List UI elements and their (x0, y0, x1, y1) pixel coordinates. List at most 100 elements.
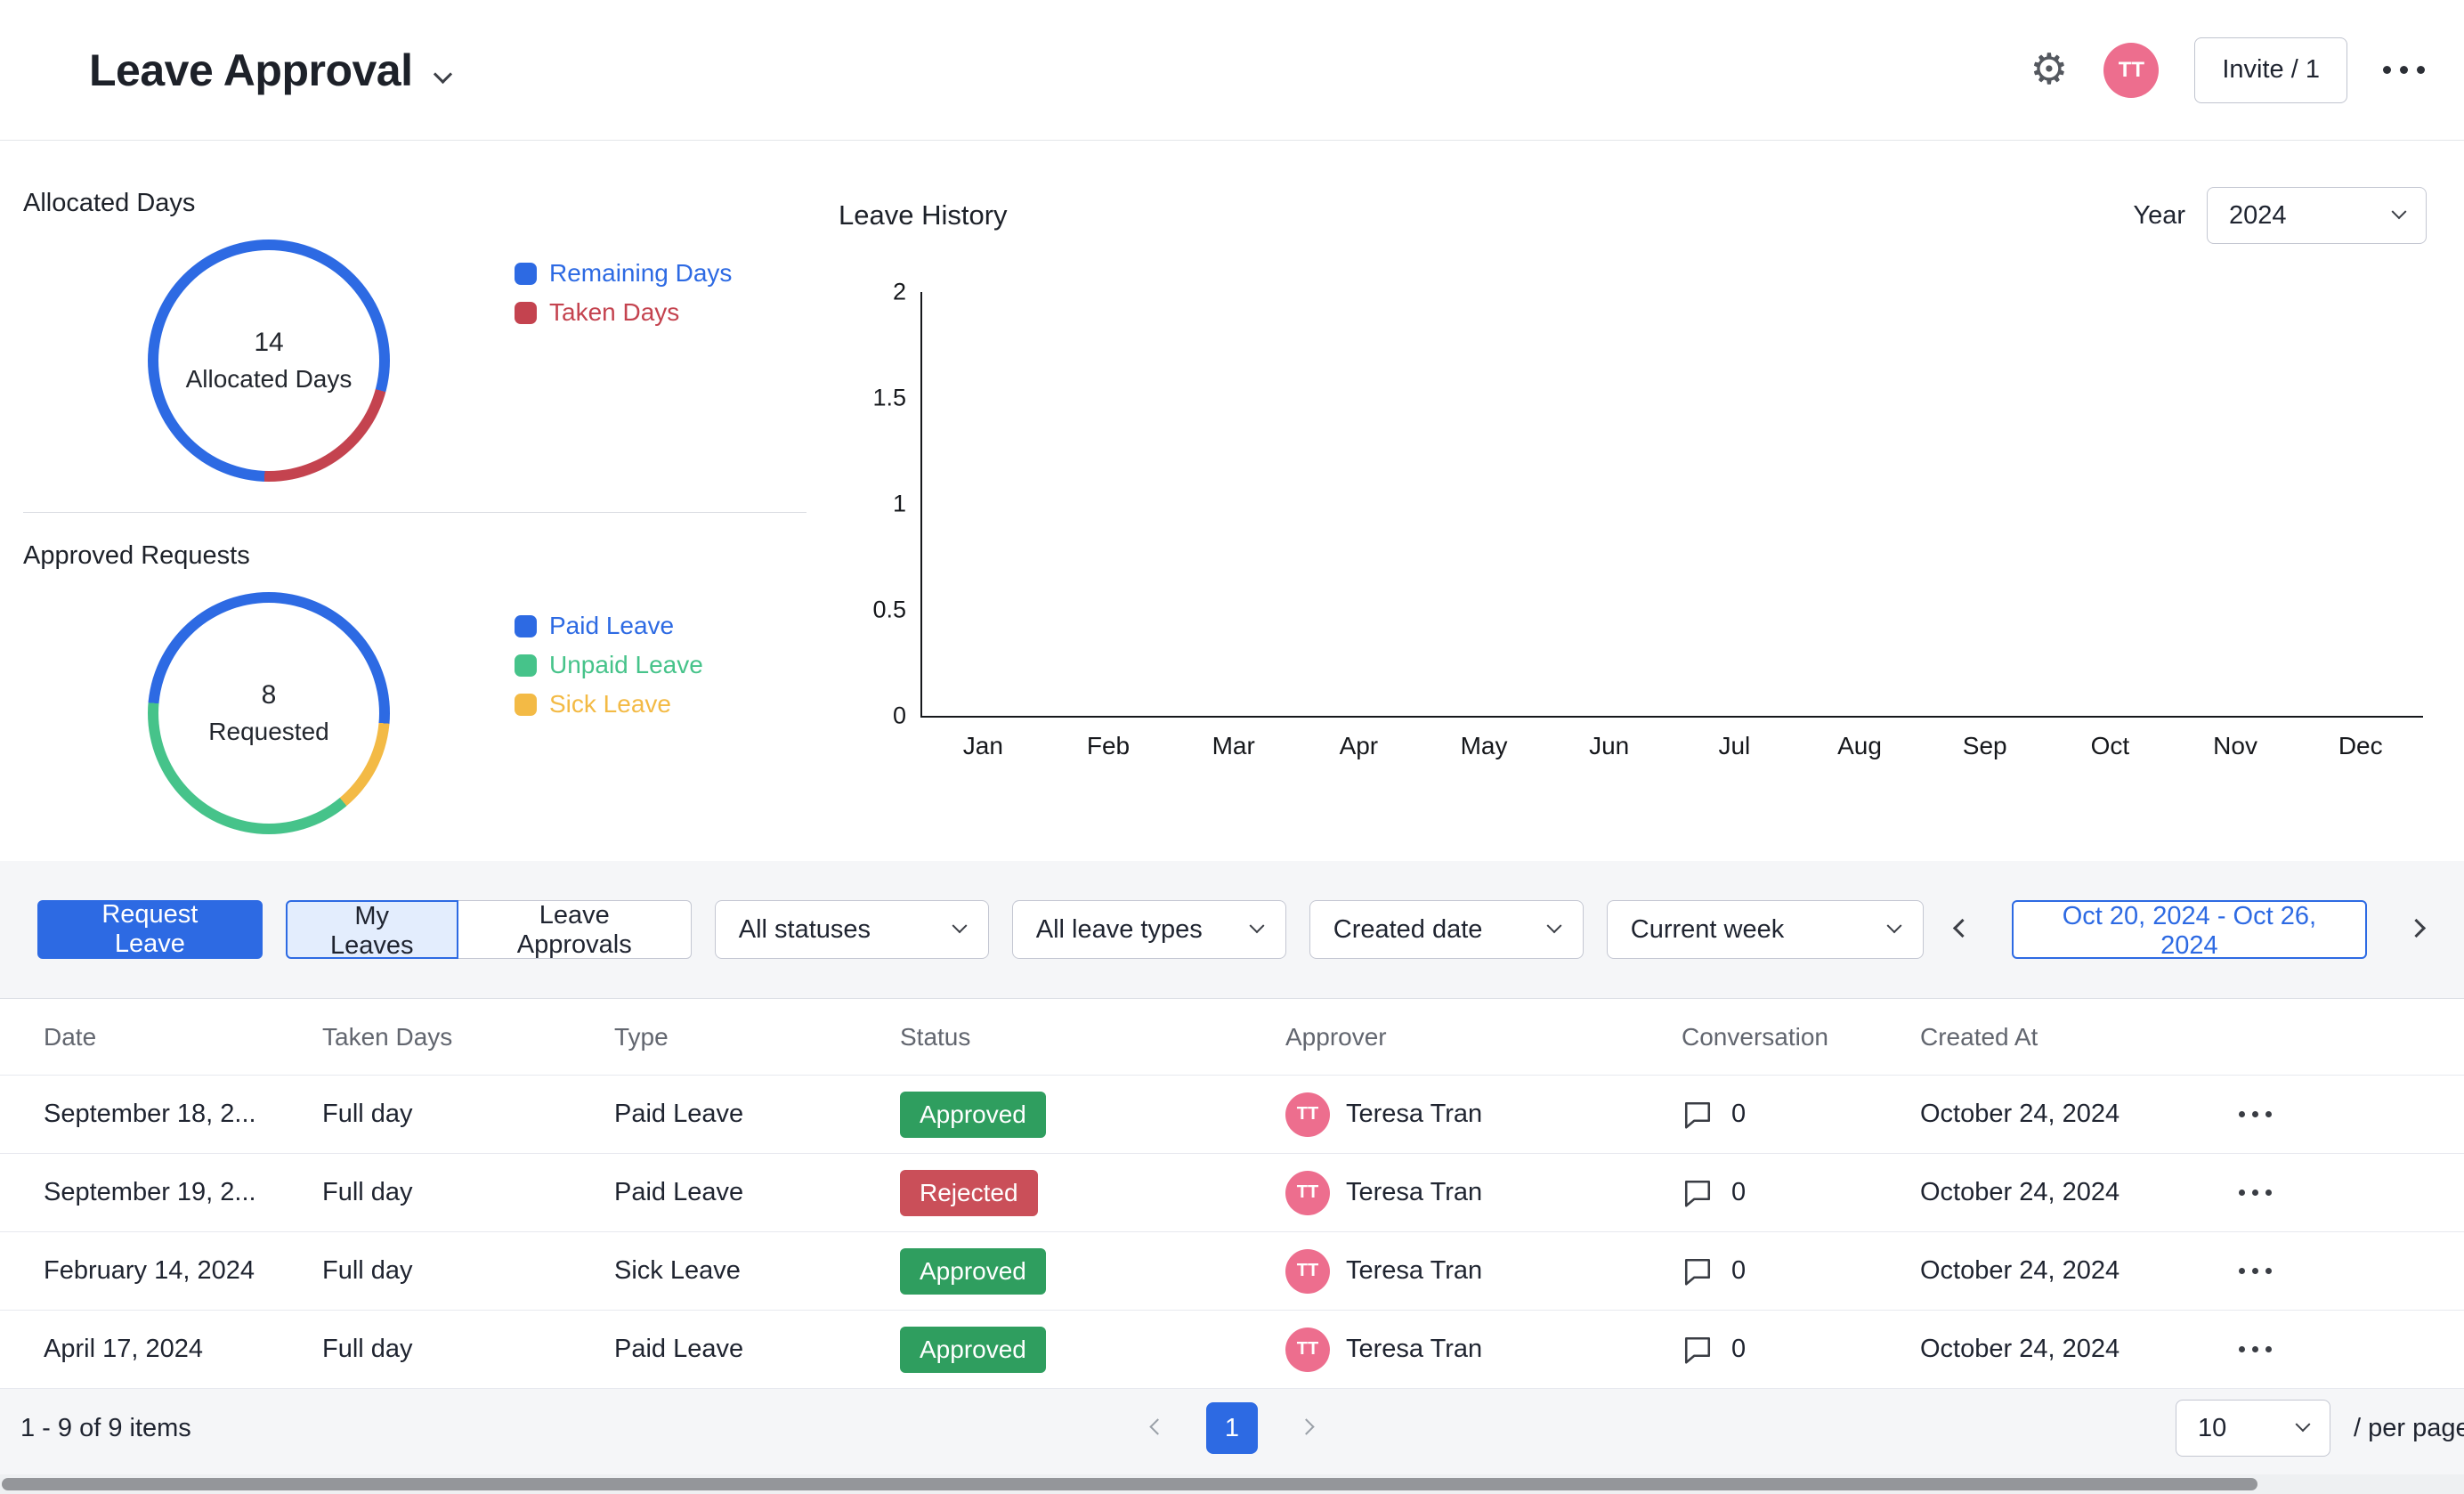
table-row[interactable]: September 18, 2...Full dayPaid LeaveAppr… (0, 1076, 2464, 1154)
row-menu-button[interactable] (2239, 1111, 2464, 1117)
approved-requests-block: Approved Requests 8 Requested Paid Leave… (23, 541, 806, 834)
table-row[interactable]: February 14, 2024Full daySick LeaveAppro… (0, 1232, 2464, 1311)
divider (23, 512, 806, 513)
row-menu-button[interactable] (2239, 1190, 2464, 1196)
legend-swatch-icon (515, 654, 537, 677)
tab-leave-approvals[interactable]: Leave Approvals (458, 900, 692, 959)
legend-item: Remaining Days (515, 259, 732, 288)
chevron-down-icon (1886, 918, 1901, 933)
board-section: Request Leave My LeavesLeave Approvals A… (0, 861, 2464, 1494)
summary-column: Allocated Days 14 Allocated Days Remaini… (0, 141, 806, 857)
conversation-cell[interactable]: 0 (1682, 1177, 1920, 1209)
tab-my-leaves[interactable]: My Leaves (286, 900, 458, 959)
speech-bubble-icon (1682, 1099, 1714, 1131)
chevron-down-icon[interactable] (433, 65, 451, 84)
dot-icon (2239, 1190, 2245, 1196)
avatar[interactable]: TT (2103, 43, 2159, 98)
dropdown-value: All statuses (739, 915, 871, 945)
x-axis-tick-label: Aug (1797, 732, 1923, 760)
speech-bubble-icon (1682, 1177, 1714, 1209)
chevron-down-icon (2296, 1417, 2311, 1432)
chevron-left-icon (1149, 1418, 1165, 1434)
dot-icon (2265, 1346, 2272, 1352)
dot-icon (2383, 66, 2391, 74)
y-axis-tick-label: 1.5 (872, 385, 906, 412)
cell-approver: TTTeresa Tran (1285, 1249, 1682, 1294)
invite-button[interactable]: Invite / 1 (2194, 37, 2347, 103)
dot-icon (2239, 1268, 2245, 1274)
filters-toolbar: Request Leave My LeavesLeave Approvals A… (0, 861, 2464, 959)
leave-history-title: Leave History (839, 199, 1008, 231)
chevron-right-icon (2407, 919, 2426, 938)
horizontal-scrollbar-track[interactable] (0, 1474, 2464, 1494)
leave-history-bar-chart: 00.511.52 JanFebMarAprMayJunJulAugSepOct… (920, 292, 2423, 760)
legend-item: Paid Leave (515, 612, 703, 640)
donut-center: 8 Requested (158, 603, 379, 824)
conversation-count: 0 (1731, 1256, 1746, 1286)
leaves-table: DateTaken DaysTypeStatusApproverConversa… (0, 998, 2464, 1389)
legend-item: Unpaid Leave (515, 651, 703, 679)
cell-taken-days: Full day (322, 1335, 614, 1364)
legend-swatch-icon (515, 302, 537, 324)
conversation-cell[interactable]: 0 (1682, 1334, 1920, 1366)
header-menu-button[interactable] (2383, 66, 2425, 74)
filter-dropdown-created-date[interactable]: Created date (1309, 900, 1584, 959)
dropdown-value: All leave types (1036, 915, 1203, 945)
table-row[interactable]: September 19, 2...Full dayPaid LeaveReje… (0, 1154, 2464, 1232)
allocated-days-title: Allocated Days (23, 189, 806, 218)
cell-status: Approved (900, 1327, 1285, 1373)
column-header-taken-days[interactable]: Taken Days (322, 1023, 614, 1051)
current-page-button[interactable]: 1 (1206, 1402, 1258, 1454)
cell-date: September 18, 2... (44, 1100, 322, 1129)
column-header-created-at[interactable]: Created At (1920, 1023, 2239, 1051)
legend-label: Sick Leave (549, 690, 671, 719)
previous-page-button[interactable] (1143, 1412, 1172, 1444)
status-badge: Approved (900, 1248, 1046, 1295)
column-header-approver[interactable]: Approver (1285, 1023, 1682, 1051)
table-footer: 1 - 9 of 9 items 1 10 / per page (0, 1389, 2464, 1467)
year-select[interactable]: 2024 (2207, 187, 2427, 244)
row-menu-button[interactable] (2239, 1346, 2464, 1352)
horizontal-scrollbar-thumb[interactable] (2, 1478, 2257, 1490)
speech-bubble-icon (1682, 1255, 1714, 1287)
gear-icon[interactable]: ⚙ (2030, 49, 2068, 92)
next-page-button[interactable] (1292, 1412, 1321, 1444)
previous-week-button[interactable] (1947, 913, 1978, 946)
dot-icon (2265, 1268, 2272, 1274)
column-header-status[interactable]: Status (900, 1023, 1285, 1051)
page-size-control: 10 / per page (2176, 1400, 2464, 1457)
conversation-cell[interactable]: 0 (1682, 1255, 1920, 1287)
app-header: Leave Approval ⚙ TT Invite / 1 (0, 0, 2464, 141)
conversation-count: 0 (1731, 1335, 1746, 1364)
filter-dropdown-all-statuses[interactable]: All statuses (715, 900, 989, 959)
avatar: TT (1285, 1249, 1330, 1294)
avatar: TT (1285, 1171, 1330, 1215)
column-header-type[interactable]: Type (614, 1023, 900, 1051)
date-range-button[interactable]: Oct 20, 2024 - Oct 26, 2024 (2012, 900, 2367, 959)
filter-dropdown-all-leave-types[interactable]: All leave types (1012, 900, 1286, 959)
legend-label: Remaining Days (549, 259, 732, 288)
conversation-cell[interactable]: 0 (1682, 1099, 1920, 1131)
cell-created-at: October 24, 2024 (1920, 1178, 2239, 1207)
allocated-days-block: Allocated Days 14 Allocated Days Remaini… (23, 189, 806, 482)
charts-section: Allocated Days 14 Allocated Days Remaini… (0, 141, 2464, 857)
dot-icon (2265, 1190, 2272, 1196)
approved-requests-legend: Paid Leave Unpaid Leave Sick Leave (515, 612, 703, 834)
filter-dropdown-current-week[interactable]: Current week (1607, 900, 1924, 959)
x-axis-tick-label: Sep (1922, 732, 2047, 760)
request-leave-button[interactable]: Request Leave (37, 900, 263, 959)
table-row[interactable]: April 17, 2024Full dayPaid LeaveApproved… (0, 1311, 2464, 1389)
y-axis-tick-label: 0 (893, 702, 906, 730)
cell-date: February 14, 2024 (44, 1256, 322, 1286)
column-header-date[interactable]: Date (44, 1023, 322, 1051)
row-menu-button[interactable] (2239, 1268, 2464, 1274)
y-axis-tick-label: 1 (893, 491, 906, 518)
page-title: Leave Approval (89, 45, 413, 96)
pagination: 1 (1143, 1402, 1321, 1454)
next-week-button[interactable] (2401, 913, 2432, 946)
column-header-conversation[interactable]: Conversation (1682, 1023, 1920, 1051)
dot-icon (2400, 66, 2408, 74)
cell-taken-days: Full day (322, 1100, 614, 1129)
page-size-select[interactable]: 10 (2176, 1400, 2330, 1457)
cell-status: Approved (900, 1092, 1285, 1138)
